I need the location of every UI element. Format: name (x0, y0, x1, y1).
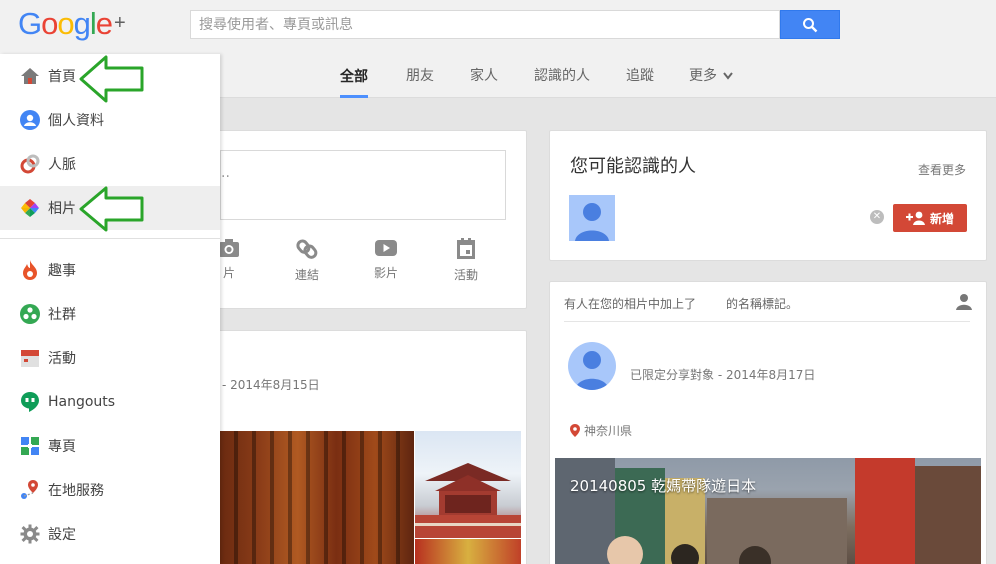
tab-following[interactable]: 追蹤 (626, 54, 654, 98)
dismiss-suggestion-icon[interactable]: ✕ (870, 210, 884, 224)
post-meta: 已限定分享對象 - 2014年8月17日 (630, 368, 816, 382)
sidebar-item-pages[interactable]: 專頁 (0, 424, 220, 468)
add-person-icon (905, 211, 925, 225)
stream-filter-bar: 全部 朋友 家人 認識的人 追蹤 更多 (220, 54, 996, 98)
tab-more-label: 更多 (689, 68, 717, 84)
tab-acquaintances[interactable]: 認識的人 (534, 54, 590, 98)
share-video-button[interactable]: 影片 (356, 238, 416, 281)
location-pin-icon (570, 424, 580, 437)
sidebar-item-events[interactable]: 活動 (0, 336, 220, 380)
events-icon (20, 348, 40, 368)
tab-all[interactable]: 全部 (340, 54, 368, 98)
sidebar-item-hangouts[interactable]: Hangouts (0, 380, 220, 424)
sidebar-item-profile[interactable]: 個人資料 (0, 98, 220, 142)
default-avatar-icon (575, 203, 609, 241)
share-link-button[interactable]: 連結 (277, 238, 337, 283)
tag-notice: 有人在您的相片中加上了 的名稱標記。 (564, 297, 799, 311)
album-title: 20140805 乾媽帶隊遊日本 (570, 477, 757, 495)
see-more-link[interactable]: 查看更多 (918, 161, 966, 178)
tab-family[interactable]: 家人 (470, 54, 498, 98)
add-to-circles-button[interactable]: 新增 (893, 204, 967, 232)
pages-icon (20, 436, 40, 456)
link-icon (296, 239, 318, 259)
sidebar-item-whats-hot[interactable]: 趣事 (0, 248, 220, 292)
top-bar: Google + (0, 0, 996, 54)
photos-icon (20, 198, 40, 218)
location-tag[interactable]: 神奈川県 (570, 422, 632, 439)
share-photo-label: 片 (222, 266, 235, 280)
search-input[interactable] (191, 11, 779, 38)
search-button[interactable] (780, 10, 840, 39)
home-icon (20, 66, 40, 86)
sidebar-item-people[interactable]: 人脈 (0, 142, 220, 186)
post-author-avatar[interactable] (568, 342, 616, 390)
event-icon (457, 238, 475, 259)
share-input[interactable]: .. (220, 150, 506, 220)
person-icon[interactable] (955, 293, 973, 310)
tab-friends[interactable]: 朋友 (406, 54, 434, 98)
sidebar-item-settings[interactable]: 設定 (0, 512, 220, 556)
communities-icon (20, 304, 40, 324)
search-box[interactable] (190, 10, 780, 39)
sidebar-item-communities[interactable]: 社群 (0, 292, 220, 336)
google-plus-logo[interactable]: Google + (18, 6, 126, 42)
video-icon (375, 240, 397, 256)
settings-icon (20, 524, 40, 544)
post-photo-temple[interactable] (415, 431, 521, 538)
annotation-arrow-home (79, 55, 144, 103)
annotation-arrow-photos (79, 186, 144, 232)
pymk-title: 您可能認識的人 (570, 156, 696, 177)
chevron-down-icon (723, 72, 733, 80)
people-icon (20, 154, 40, 174)
post-meta: - 2014年8月15日 (222, 378, 320, 392)
share-event-button[interactable]: 活動 (436, 238, 496, 283)
search-icon (803, 17, 818, 32)
suggested-person-avatar[interactable] (569, 195, 615, 241)
menu-divider (0, 238, 220, 239)
post-photo-thumb[interactable] (415, 539, 521, 564)
street-scene-image (555, 458, 981, 564)
tab-more[interactable]: 更多 (689, 54, 733, 98)
local-icon (20, 480, 40, 500)
divider (564, 321, 970, 322)
hangouts-icon (20, 392, 40, 412)
profile-icon (20, 110, 40, 130)
whats-hot-icon (20, 260, 40, 280)
album-cover-photo[interactable] (555, 458, 981, 564)
default-avatar-icon (575, 351, 609, 390)
camera-icon (219, 239, 239, 257)
post-photo-main[interactable] (220, 431, 414, 564)
temple-image (415, 463, 521, 538)
sidebar-item-local[interactable]: 在地服務 (0, 468, 220, 512)
main-menu: 首頁 個人資料 人脈 相片 趣事 社群 活動 Hangouts 專頁 在地服務 … (0, 54, 220, 564)
